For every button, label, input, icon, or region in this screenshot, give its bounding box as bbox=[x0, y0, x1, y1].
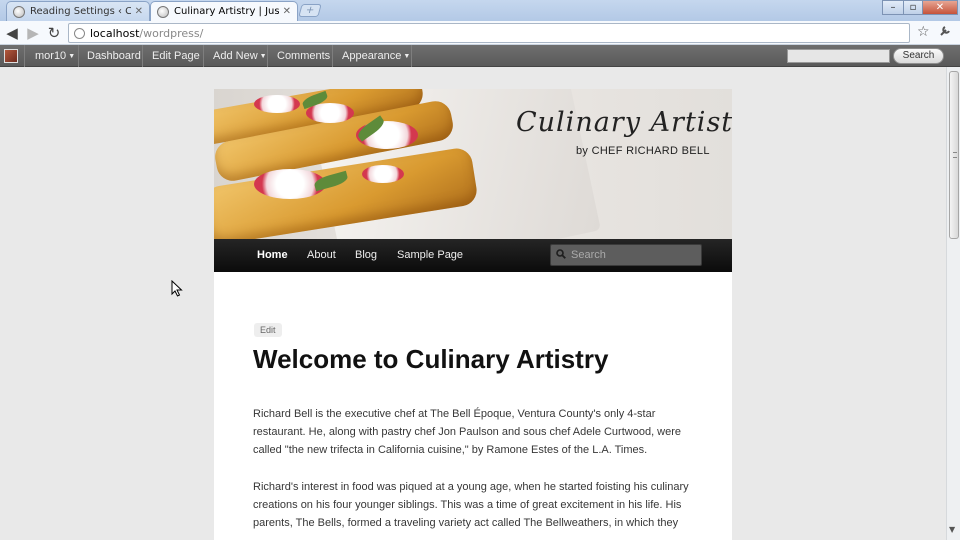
site-search-placeholder: Search bbox=[571, 249, 606, 261]
divider bbox=[203, 45, 204, 67]
radish-slice bbox=[362, 165, 404, 183]
site-page: Culinary Artistry by CHEF RICHARD BELL H… bbox=[214, 89, 732, 540]
divider bbox=[332, 45, 333, 67]
tab-title: Culinary Artistry | Just anoth bbox=[174, 6, 279, 17]
close-window-button[interactable]: ✕ bbox=[922, 0, 958, 15]
address-bar[interactable]: localhost/wordpress/ bbox=[68, 23, 910, 43]
back-icon[interactable]: ◀ bbox=[3, 24, 21, 42]
avatar[interactable] bbox=[4, 49, 18, 63]
nav-item-home[interactable]: Home bbox=[257, 239, 288, 272]
admin-bar-user-menu[interactable]: mor10 ▼ bbox=[35, 45, 75, 67]
search-icon bbox=[556, 248, 566, 262]
tab-title: Reading Settings ‹ Culinary bbox=[30, 6, 131, 17]
wrench-icon[interactable] bbox=[939, 24, 952, 41]
divider bbox=[24, 45, 25, 67]
radish-slice bbox=[254, 95, 300, 113]
tab-culinary-artistry[interactable]: Culinary Artistry | Just anoth ✕ bbox=[150, 1, 298, 21]
restore-button[interactable]: ▫ bbox=[903, 0, 923, 15]
caret-down-icon: ▼ bbox=[259, 53, 267, 60]
admin-bar-add-new[interactable]: Add New ▼ bbox=[213, 45, 267, 67]
divider bbox=[142, 45, 143, 67]
divider bbox=[78, 45, 79, 67]
grip-icon bbox=[953, 152, 957, 158]
admin-bar-edit-page[interactable]: Edit Page bbox=[152, 45, 200, 67]
site-logo-title: Culinary Artistry bbox=[516, 107, 732, 138]
globe-icon bbox=[157, 5, 169, 18]
post-paragraph: Richard Bell is the executive chef at Th… bbox=[253, 408, 682, 456]
admin-bar-comments[interactable]: Comments bbox=[277, 45, 330, 67]
admin-bar-user-label: mor10 bbox=[35, 50, 67, 62]
site-navigation: Home About Blog Sample Page Search bbox=[214, 239, 732, 272]
page-info-icon bbox=[74, 27, 85, 39]
divider bbox=[411, 45, 412, 67]
reload-icon[interactable]: ↻ bbox=[45, 24, 63, 42]
nav-item-sample-page[interactable]: Sample Page bbox=[397, 239, 463, 272]
edit-link[interactable]: Edit bbox=[254, 323, 282, 337]
url-path: /wordpress/ bbox=[139, 26, 204, 40]
wp-admin-bar: mor10 ▼ Dashboard Edit Page Add New ▼ Comm… bbox=[0, 45, 960, 67]
admin-bar-search-input[interactable] bbox=[787, 49, 890, 63]
browser-tabstrip: Reading Settings ‹ Culinary ✕ Culinary A… bbox=[0, 0, 960, 21]
close-icon[interactable]: ✕ bbox=[283, 6, 291, 17]
caret-down-icon: ▼ bbox=[403, 53, 411, 60]
radish-slice bbox=[306, 103, 354, 123]
caret-down-icon: ▼ bbox=[68, 53, 76, 60]
site-logo-byline: by CHEF RICHARD BELL bbox=[576, 145, 710, 157]
close-icon[interactable]: ✕ bbox=[135, 6, 143, 17]
url-host: localhost bbox=[90, 26, 140, 40]
bookmark-star-icon[interactable]: ☆ bbox=[917, 24, 930, 40]
nav-item-blog[interactable]: Blog bbox=[355, 239, 377, 272]
site-search-input[interactable]: Search bbox=[550, 244, 702, 266]
divider bbox=[267, 45, 268, 67]
tab-reading-settings[interactable]: Reading Settings ‹ Culinary ✕ bbox=[6, 1, 150, 21]
admin-bar-appearance[interactable]: Appearance ▼ bbox=[342, 45, 410, 67]
minimize-button[interactable]: – bbox=[882, 0, 904, 15]
admin-bar-appearance-label: Appearance bbox=[342, 50, 402, 62]
forward-icon[interactable]: ▶ bbox=[24, 24, 42, 42]
post-paragraph: Richard's interest in food was piqued at… bbox=[253, 481, 689, 529]
header-image[interactable]: Culinary Artistry by CHEF RICHARD BELL bbox=[214, 89, 732, 239]
admin-bar-dashboard[interactable]: Dashboard bbox=[87, 45, 141, 67]
globe-icon bbox=[13, 5, 25, 18]
scrollbar-thumb[interactable] bbox=[949, 71, 959, 239]
mouse-cursor-icon bbox=[171, 279, 183, 301]
admin-bar-add-new-label: Add New bbox=[213, 50, 258, 62]
admin-bar-search-button[interactable]: Search bbox=[893, 48, 944, 64]
nav-item-about[interactable]: About bbox=[307, 239, 336, 272]
browser-toolbar: ◀ ▶ ↻ localhost/wordpress/ ☆ bbox=[0, 21, 960, 45]
scroll-down-arrow-icon[interactable]: ▼ bbox=[949, 525, 955, 534]
page-scrollbar[interactable]: ▼ bbox=[946, 67, 960, 540]
new-tab-button[interactable]: + bbox=[298, 4, 322, 17]
page-title: Welcome to Culinary Artistry bbox=[253, 344, 609, 374]
